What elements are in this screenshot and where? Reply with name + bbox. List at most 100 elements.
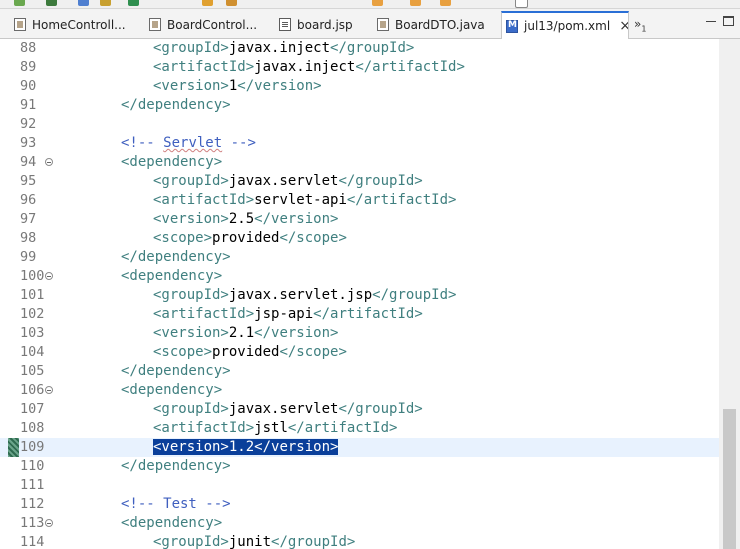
xml-tag: </scope> [279, 344, 347, 360]
vertical-scrollbar[interactable] [719, 39, 740, 549]
fold-collapse-icon[interactable] [45, 386, 53, 394]
code-line[interactable]: 92 [0, 115, 719, 134]
code-line[interactable]: 90 <version>1</version> [0, 77, 719, 96]
tab-board-jsp[interactable]: board.jsp [275, 12, 367, 37]
code-text: </dependency> [121, 457, 231, 476]
perspective-icon[interactable] [515, 0, 528, 8]
xml-tag: </dependency> [121, 363, 231, 379]
code-line[interactable]: 106 <dependency> [0, 381, 719, 400]
code-line[interactable]: 96 <artifactId>servlet-api</artifactId> [0, 191, 719, 210]
xml-tag: <artifactId> [153, 192, 255, 208]
code-line[interactable]: 94 <dependency> [0, 153, 719, 172]
code-line[interactable]: 100 <dependency> [0, 267, 719, 286]
code-text: </dependency> [121, 96, 231, 115]
search-icon[interactable] [226, 0, 237, 6]
editor-tab-bar: HomeControll... BoardControl... board.js… [0, 9, 740, 39]
code-line[interactable]: 91 </dependency> [0, 96, 719, 115]
xml-value: javax.servlet [228, 401, 339, 417]
tab-label: BoardDTO.java [395, 17, 485, 32]
code-line[interactable]: 110 </dependency> [0, 457, 719, 476]
tab-pom-xml[interactable]: jul13/pom.xml × [501, 11, 629, 39]
fold-collapse-icon[interactable] [45, 519, 53, 527]
code-line[interactable]: 114 <groupId>junit</groupId> [0, 533, 719, 549]
tab-boardcontroller[interactable]: BoardControl... [145, 12, 270, 37]
xml-tag: <version> [153, 325, 229, 341]
refresh-icon[interactable] [128, 0, 139, 6]
code-line[interactable]: 113 <dependency> [0, 514, 719, 533]
java-file-icon [14, 18, 26, 31]
scrollbar-thumb[interactable] [723, 409, 736, 549]
back-icon[interactable] [372, 0, 383, 6]
xml-tag: <version> [153, 211, 229, 227]
maximize-icon[interactable] [723, 16, 734, 26]
line-number: 103 [20, 325, 45, 341]
xml-tag: </groupId> [338, 401, 423, 417]
code-line[interactable]: 93 <!-- Servlet --> [0, 134, 719, 153]
code-text: </dependency> [121, 362, 231, 381]
line-number: 111 [20, 477, 45, 493]
tab-boarddto[interactable]: BoardDTO.java [373, 12, 497, 37]
code-text: <dependency> [121, 153, 222, 172]
code-text: </dependency> [121, 248, 231, 267]
fold-collapse-icon[interactable] [45, 158, 53, 166]
code-line[interactable]: 104 <scope>provided</scope> [0, 343, 719, 362]
xml-editor[interactable]: 88 <groupId>javax.inject</groupId> 89 <arti… [0, 39, 740, 549]
xml-value: 2.1 [228, 325, 255, 341]
xml-value: junit [228, 534, 272, 549]
line-number: 92 [20, 116, 37, 132]
xml-value: servlet-api [254, 192, 347, 208]
code-line[interactable]: 108 <artifactId>jstl</artifactId> [0, 419, 719, 438]
code-line[interactable]: 103 <version>2.1</version> [0, 324, 719, 343]
new-icon[interactable] [14, 0, 25, 6]
code-line[interactable]: 99 </dependency> [0, 248, 719, 267]
line-number: 114 [20, 534, 45, 549]
xml-tag: <artifactId> [153, 420, 255, 436]
line-number: 104 [20, 344, 45, 360]
code-line[interactable]: 95 <groupId>javax.servlet</groupId> [0, 172, 719, 191]
minimize-icon[interactable] [706, 16, 717, 26]
code-line[interactable]: 102 <artifactId>jsp-api</artifactId> [0, 305, 719, 324]
code-line[interactable]: 107 <groupId>javax.servlet</groupId> [0, 400, 719, 419]
code-line[interactable]: 112 <!-- Test --> [0, 495, 719, 514]
xml-tag: <dependency> [121, 268, 223, 284]
close-icon[interactable]: × [619, 19, 628, 33]
code-text: <version>1</version> [153, 77, 322, 96]
code-line[interactable]: 101 <groupId>javax.servlet.jsp</groupId> [0, 286, 719, 305]
xml-comment: Servlet [163, 135, 222, 151]
line-number: 96 [20, 192, 37, 208]
xml-tag: </version> [254, 439, 339, 455]
tab-overflow-button[interactable]: »1 [634, 17, 646, 33]
last-edit-icon[interactable] [440, 0, 451, 6]
xml-tag: <artifactId> [153, 306, 255, 322]
open-type-icon[interactable] [202, 0, 213, 6]
code-line[interactable]: 97 <version>2.5</version> [0, 210, 719, 229]
xml-tag: </groupId> [330, 40, 415, 56]
external-tools-icon[interactable] [100, 0, 111, 6]
tab-homecontroller[interactable]: HomeControll... [10, 12, 138, 37]
spelling-warning: Servlet [163, 135, 223, 151]
debug-icon[interactable] [46, 0, 57, 6]
code-line[interactable]: 109 <version>1.2</version> [0, 438, 719, 457]
forward-icon[interactable] [410, 0, 421, 6]
code-text: <!-- Servlet --> [121, 134, 256, 153]
line-number: 89 [20, 59, 37, 75]
xml-value: javax.inject [254, 59, 356, 75]
run-icon[interactable] [78, 0, 89, 6]
xml-value: javax.servlet.jsp [228, 287, 373, 303]
code-text: <version>2.1</version> [153, 324, 338, 343]
xml-tag: </dependency> [121, 458, 231, 474]
line-number: 112 [20, 496, 45, 512]
code-text: <!-- Test --> [121, 495, 231, 514]
code-line[interactable]: 105 </dependency> [0, 362, 719, 381]
xml-tag: <scope> [153, 230, 213, 246]
xml-comment: --> [222, 135, 256, 151]
fold-collapse-icon[interactable] [45, 272, 53, 280]
code-line[interactable]: 89 <artifactId>javax.inject</artifactId> [0, 58, 719, 77]
xml-value: jstl [254, 420, 288, 436]
tab-label: HomeControll... [32, 17, 126, 32]
code-line[interactable]: 88 <groupId>javax.inject</groupId> [0, 39, 719, 58]
code-line[interactable]: 111 [0, 476, 719, 495]
code-text: <artifactId>jstl</artifactId> [153, 419, 397, 438]
line-number: 110 [20, 458, 45, 474]
code-line[interactable]: 98 <scope>provided</scope> [0, 229, 719, 248]
